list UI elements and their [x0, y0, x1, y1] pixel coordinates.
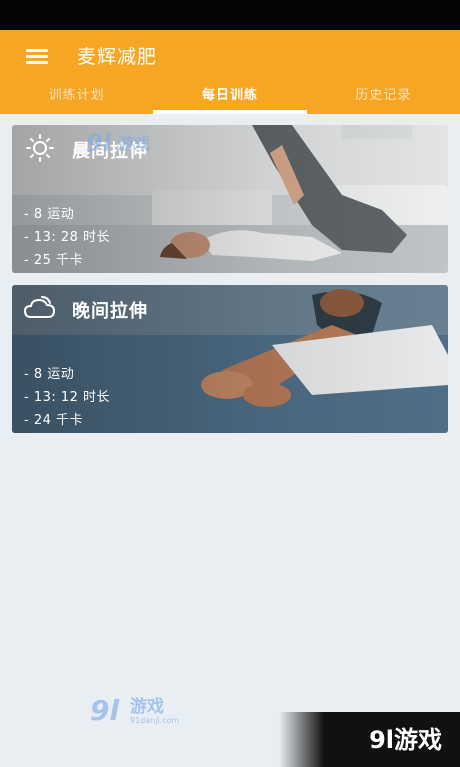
svg-text:游戏: 游戏 — [130, 696, 164, 717]
cloud-moon-icon — [23, 296, 56, 318]
svg-text:91danji.com: 91danji.com — [130, 716, 180, 725]
sun-icon — [26, 134, 54, 162]
tab-bar: 训练计划 每日训练 历史记录 — [0, 82, 460, 114]
svg-text:9l: 9l — [86, 129, 112, 157]
watermark-corner: 9l游戏 — [279, 712, 460, 767]
evening-stretch-card[interactable]: 晚间拉伸 - 8 运动 - 13: 12 时长 - 24 千卡 — [12, 285, 448, 433]
hamburger-menu-icon[interactable] — [20, 44, 56, 72]
tab-history[interactable]: 历史记录 — [307, 82, 460, 114]
morning-stretch-card[interactable]: 晨间拉伸 - 8 运动 - 13: 28 时长 - 25 千卡 — [12, 125, 448, 273]
exercise-count: - 8 运动 — [24, 207, 75, 222]
svg-text:游戏: 游戏 — [118, 134, 150, 153]
card-title: 晚间拉伸 — [72, 301, 148, 322]
exercise-count: - 8 运动 — [24, 367, 75, 382]
status-bar — [0, 0, 460, 30]
duration: - 13: 12 时长 — [24, 390, 111, 405]
watermark-corner-text: 9l游戏 — [369, 726, 442, 754]
watermark-logo: 9l 游戏 91danji.com — [90, 694, 180, 727]
svg-text:9l: 9l — [90, 694, 119, 727]
duration: - 13: 28 时长 — [24, 230, 111, 245]
tab-training-plan[interactable]: 训练计划 — [0, 82, 153, 114]
watermark-logo: 9l 游戏 — [86, 129, 150, 157]
calories: - 25 千卡 — [24, 253, 83, 268]
app-title: 麦辉减肥 — [77, 46, 158, 68]
app-bar: 麦辉减肥 训练计划 每日训练 历史记录 — [0, 30, 460, 114]
tab-daily-training[interactable]: 每日训练 — [153, 82, 307, 114]
calories: - 24 千卡 — [24, 413, 83, 428]
